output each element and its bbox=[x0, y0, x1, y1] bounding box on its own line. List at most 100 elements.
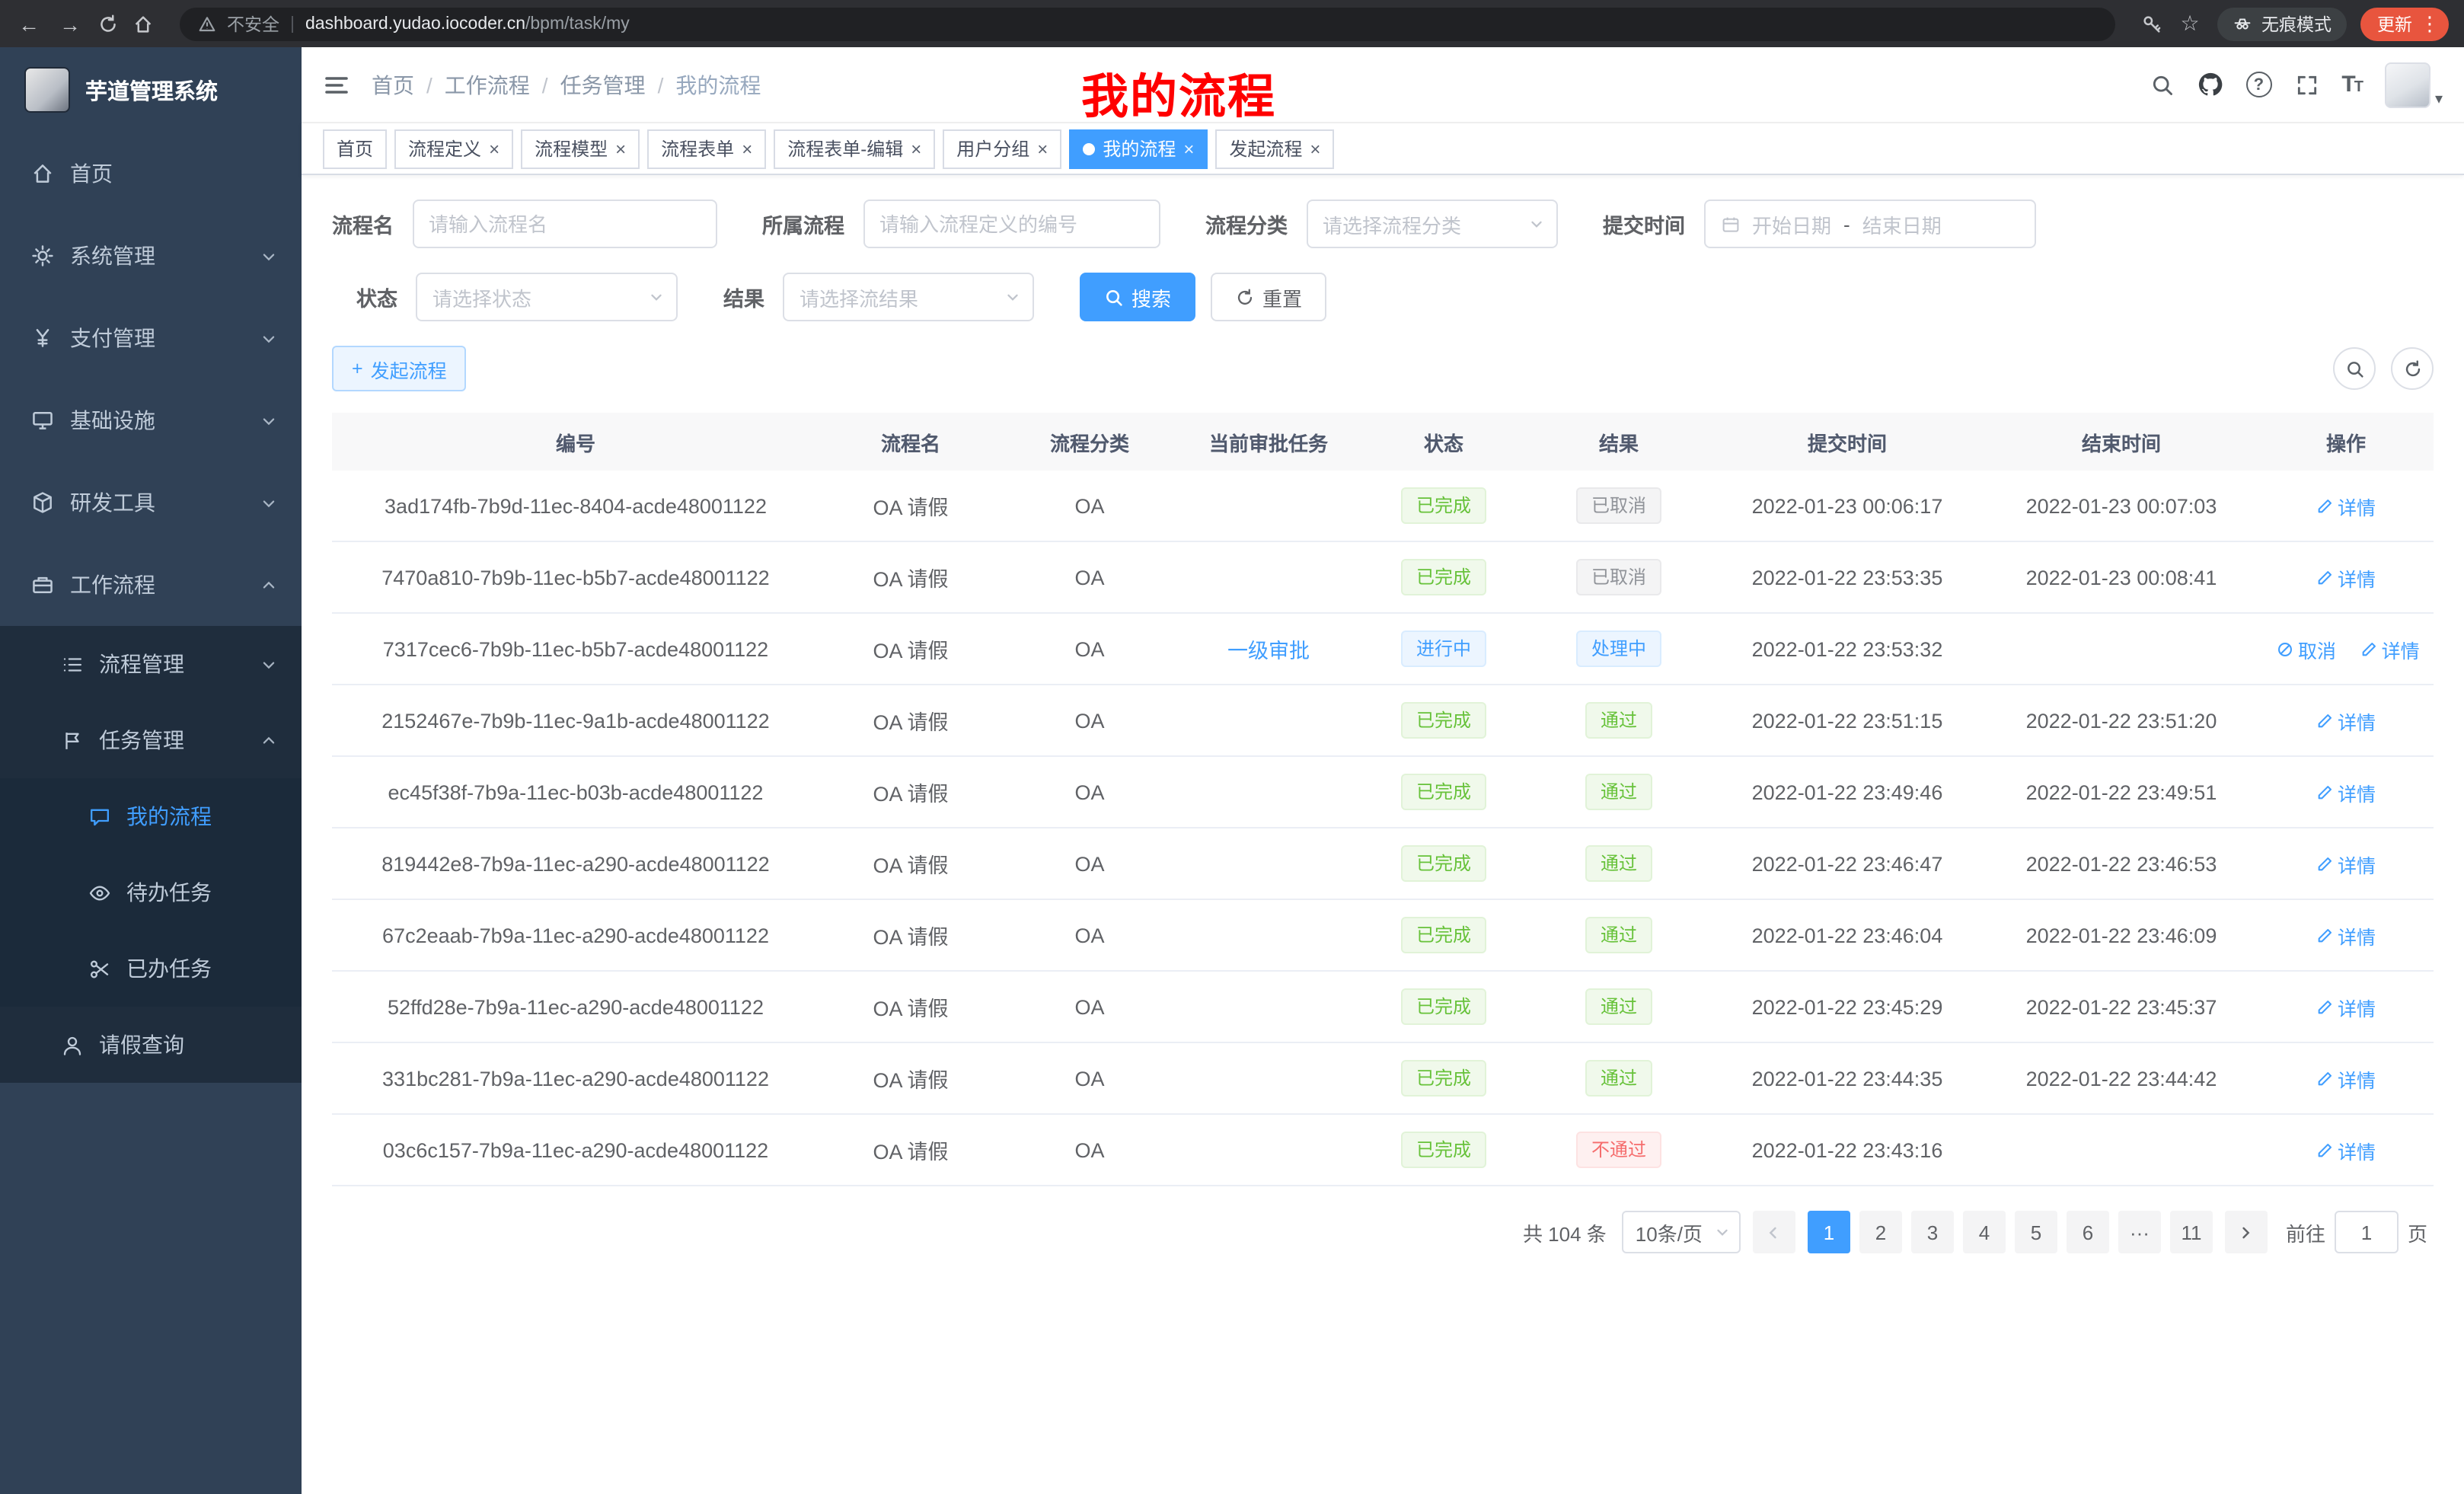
toggle-search-button[interactable] bbox=[2333, 347, 2376, 390]
close-icon[interactable]: × bbox=[1183, 139, 1194, 158]
home-icon[interactable] bbox=[132, 13, 154, 34]
breadcrumb-item[interactable]: 首页 bbox=[372, 69, 414, 100]
font-size-icon[interactable]: TT bbox=[2341, 72, 2362, 97]
status-badge: 已完成 bbox=[1401, 917, 1486, 953]
submit-time-range-picker[interactable]: 开始日期 - 结束日期 bbox=[1703, 200, 2035, 248]
next-page-button[interactable] bbox=[2225, 1211, 2268, 1253]
tag-item[interactable]: 流程表单 × bbox=[647, 129, 766, 168]
breadcrumb-item[interactable]: 工作流程 bbox=[445, 69, 530, 100]
user-menu[interactable]: ▾ bbox=[2385, 62, 2443, 107]
tag-item[interactable]: 流程表单-编辑 × bbox=[774, 129, 935, 168]
detail-link[interactable]: 详情 bbox=[2316, 706, 2376, 735]
close-icon[interactable]: × bbox=[615, 139, 626, 158]
github-icon[interactable] bbox=[2197, 72, 2223, 97]
sidebar-item-pay[interactable]: 支付管理 bbox=[0, 297, 302, 379]
sidebar-item-process-mgmt[interactable]: 流程管理 bbox=[0, 626, 302, 702]
detail-link[interactable]: 详情 bbox=[2316, 491, 2376, 520]
sidebar-item-workflow[interactable]: 工作流程 bbox=[0, 544, 302, 626]
sidebar-item-home[interactable]: 首页 bbox=[0, 132, 302, 215]
reset-button[interactable]: 重置 bbox=[1211, 273, 1326, 321]
breadcrumb: 首页 / 工作流程 / 任务管理 / 我的流程 bbox=[372, 69, 761, 100]
close-icon[interactable]: × bbox=[489, 139, 500, 158]
page-size-select[interactable]: 10条/页 bbox=[1622, 1211, 1741, 1253]
search-icon[interactable] bbox=[2150, 72, 2174, 97]
status-select[interactable]: 请选择状态 bbox=[416, 273, 678, 321]
close-icon[interactable]: × bbox=[911, 139, 921, 158]
current-task-link[interactable]: 一级审批 bbox=[1227, 640, 1310, 662]
tag-item[interactable]: 发起流程 × bbox=[1215, 129, 1334, 168]
fullscreen-icon[interactable] bbox=[2294, 72, 2319, 97]
edit-icon bbox=[2316, 712, 2333, 729]
sidebar-item-task-mgmt[interactable]: 任务管理 bbox=[0, 702, 302, 778]
prev-page-button[interactable] bbox=[1753, 1211, 1795, 1253]
page-button[interactable]: 3 bbox=[1911, 1211, 1954, 1253]
breadcrumb-item[interactable]: 任务管理 bbox=[560, 69, 646, 100]
cell-id: 52ffd28e-7b9a-11ec-a290-acde48001122 bbox=[332, 995, 819, 1018]
back-icon[interactable]: ← bbox=[15, 11, 43, 36]
cell-submit-time: 2022-01-22 23:45:29 bbox=[1710, 995, 1984, 1018]
forward-icon[interactable]: → bbox=[56, 11, 84, 36]
sidebar-item-dev[interactable]: 研发工具 bbox=[0, 461, 302, 544]
page-button[interactable]: 11 bbox=[2170, 1211, 2213, 1253]
page-button[interactable]: 4 bbox=[1963, 1211, 2006, 1253]
date-end-placeholder: 结束日期 bbox=[1862, 209, 1942, 238]
reload-icon[interactable] bbox=[97, 13, 119, 34]
detail-link[interactable]: 详情 bbox=[2316, 849, 2376, 878]
create-process-button[interactable]: + 发起流程 bbox=[332, 346, 467, 391]
sidebar-item-system[interactable]: 系统管理 bbox=[0, 215, 302, 297]
detail-link[interactable]: 详情 bbox=[2316, 921, 2376, 950]
sidebar-item-infra[interactable]: 基础设施 bbox=[0, 379, 302, 461]
sidebar-item-my-process[interactable]: 我的流程 bbox=[0, 778, 302, 854]
cancel-link[interactable]: 取消 bbox=[2277, 634, 2336, 663]
tag-item[interactable]: 用户分组 × bbox=[943, 129, 1061, 168]
sidebar-item-todo-tasks[interactable]: 待办任务 bbox=[0, 854, 302, 931]
close-icon[interactable]: × bbox=[1037, 139, 1048, 158]
hamburger-icon[interactable] bbox=[323, 71, 350, 98]
incognito-icon bbox=[2233, 14, 2252, 34]
detail-link[interactable]: 详情 bbox=[2316, 992, 2376, 1021]
cell-actions: 取消 详情 bbox=[2258, 634, 2434, 663]
detail-link[interactable]: 详情 bbox=[2316, 777, 2376, 806]
status-badge: 进行中 bbox=[1401, 630, 1486, 667]
tag-item[interactable]: 流程模型 × bbox=[521, 129, 640, 168]
page-button[interactable]: 5 bbox=[2015, 1211, 2057, 1253]
tag-item[interactable]: 流程定义 × bbox=[394, 129, 513, 168]
url-separator: | bbox=[290, 14, 295, 33]
url-security-label: 不安全 bbox=[227, 11, 279, 36]
browser-update-button[interactable]: 更新 ⋮ bbox=[2360, 7, 2449, 40]
detail-link[interactable]: 详情 bbox=[2316, 1135, 2376, 1164]
chevron-down-icon bbox=[260, 330, 277, 346]
search-button[interactable]: 搜索 bbox=[1080, 273, 1195, 321]
help-icon[interactable]: ? bbox=[2245, 72, 2271, 97]
avatar[interactable] bbox=[2385, 62, 2430, 107]
bookmark-star-icon[interactable]: ☆ bbox=[2176, 11, 2204, 37]
status-badge: 已完成 bbox=[1401, 702, 1486, 739]
cell-submit-time: 2022-01-22 23:43:16 bbox=[1710, 1138, 1984, 1161]
process-definition-input[interactable] bbox=[863, 200, 1160, 248]
detail-link[interactable]: 详情 bbox=[2316, 563, 2376, 592]
plus-icon: + bbox=[352, 358, 363, 379]
filter-time-label: 提交时间 bbox=[1603, 209, 1685, 239]
sidebar-item-done-tasks[interactable]: 已办任务 bbox=[0, 931, 302, 1007]
key-icon[interactable] bbox=[2141, 13, 2162, 34]
page-button[interactable]: 1 bbox=[1808, 1211, 1850, 1253]
sidebar-item-leave-query[interactable]: 请假查询 bbox=[0, 1007, 302, 1083]
browser-menu-icon[interactable]: ⋮ bbox=[2420, 11, 2440, 36]
close-icon[interactable]: × bbox=[742, 139, 752, 158]
goto-page-input[interactable] bbox=[2335, 1211, 2399, 1253]
close-icon[interactable]: × bbox=[1310, 139, 1320, 158]
detail-link[interactable]: 详情 bbox=[2316, 1064, 2376, 1093]
page-button[interactable]: 6 bbox=[2067, 1211, 2109, 1253]
tag-item[interactable]: 我的流程 × bbox=[1069, 129, 1208, 168]
category-select[interactable]: 请选择流程分类 bbox=[1306, 200, 1557, 248]
monitor-icon bbox=[30, 408, 55, 433]
result-select[interactable]: 请选择流结果 bbox=[783, 273, 1034, 321]
cell-end-time: 2022-01-22 23:45:37 bbox=[1984, 995, 2258, 1018]
page-button[interactable]: ··· bbox=[2118, 1211, 2161, 1253]
detail-link[interactable]: 详情 bbox=[2360, 634, 2420, 663]
address-bar[interactable]: 不安全 | dashboard.yudao.iocoder.cn/bpm/tas… bbox=[180, 7, 2115, 40]
tag-item[interactable]: 首页 bbox=[323, 129, 387, 168]
refresh-table-button[interactable] bbox=[2391, 347, 2434, 390]
page-button[interactable]: 2 bbox=[1859, 1211, 1902, 1253]
process-name-input[interactable] bbox=[412, 200, 717, 248]
